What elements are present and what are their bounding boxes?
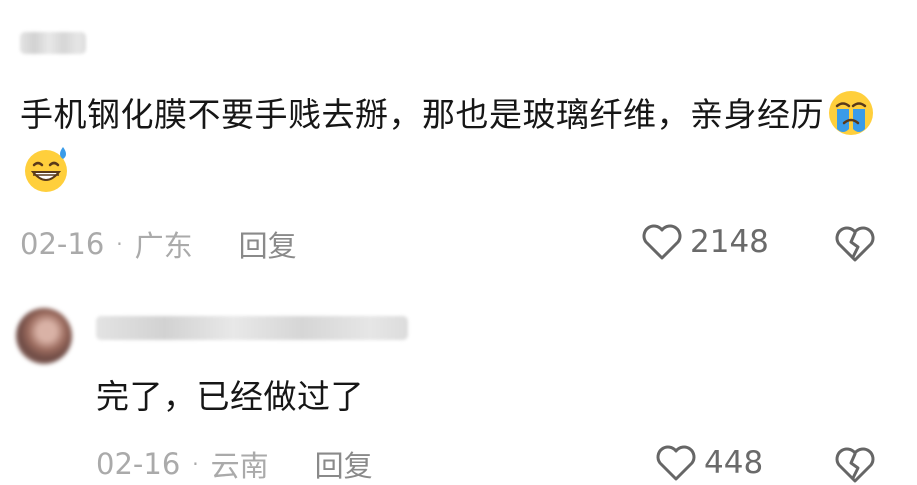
like-button[interactable]: 448: [654, 443, 763, 483]
meta-separator: ·: [192, 452, 199, 476]
reply-button[interactable]: 回复: [315, 443, 373, 485]
comment-location: 云南: [210, 449, 269, 483]
comment-meta: 02-16 · 广东 回复: [20, 223, 297, 265]
comment-text: 完了，已经做过了: [96, 377, 364, 416]
reply-item: 用户 完了，已经做过了 02-16 · 云南 回复 448: [0, 290, 917, 484]
comment-meta: 02-16 · 云南 回复: [96, 443, 373, 485]
comment-date: 02-16: [96, 447, 181, 481]
comment-item: 用户 手机钢化膜不要手贱去掰，那也是玻璃纤维，亲身经历 02-16 · 广东 回…: [0, 0, 917, 275]
broken-heart-icon[interactable]: [834, 445, 876, 485]
comment-text-content: 手机钢化膜不要手贱去掰，那也是玻璃纤维，亲身经历: [20, 95, 824, 134]
crying-face-emoji: [829, 91, 873, 135]
username-blurred[interactable]: 用户: [96, 316, 408, 340]
like-count: 448: [704, 445, 764, 481]
comment-location: 广东: [134, 229, 193, 263]
heart-icon: [656, 445, 696, 481]
username-blurred[interactable]: 用户: [20, 32, 86, 54]
broken-heart-icon[interactable]: [834, 224, 876, 264]
reply-button[interactable]: 回复: [239, 223, 297, 265]
comment-text: 手机钢化膜不要手贱去掰，那也是玻璃纤维，亲身经历: [20, 86, 900, 200]
like-count: 2148: [690, 224, 769, 260]
grinning-sweat-emoji: [25, 147, 67, 192]
avatar[interactable]: [16, 308, 72, 364]
heart-icon: [642, 224, 682, 260]
like-button[interactable]: 2148: [640, 222, 769, 262]
comment-date: 02-16: [20, 227, 105, 261]
meta-separator: ·: [116, 232, 123, 256]
